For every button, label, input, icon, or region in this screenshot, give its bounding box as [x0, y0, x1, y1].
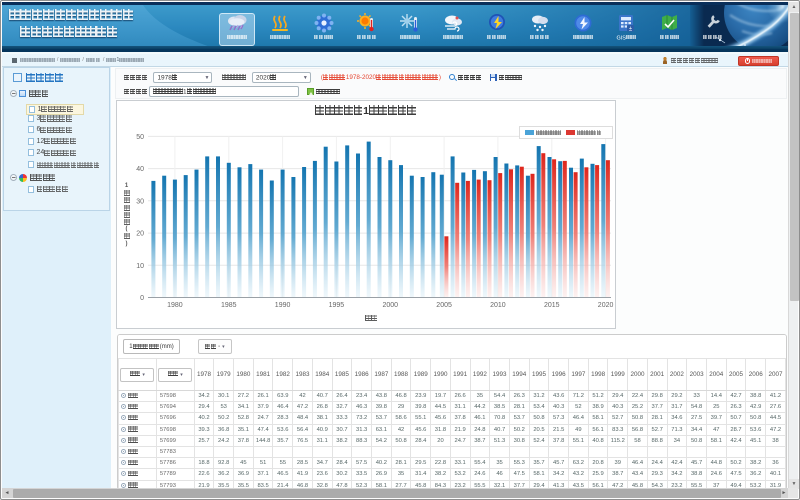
svg-text:2010: 2010 [490, 302, 506, 309]
svg-text:1980: 1980 [167, 302, 183, 309]
svg-text:0: 0 [140, 295, 144, 302]
svg-text:1985: 1985 [221, 302, 237, 309]
svg-text:40: 40 [136, 166, 144, 173]
svg-text:50: 50 [136, 134, 144, 141]
svg-text:30: 30 [136, 198, 144, 205]
svg-text:20: 20 [136, 231, 144, 238]
svg-text:2000: 2000 [383, 302, 399, 309]
svg-text:10: 10 [136, 263, 144, 270]
svg-text:1995: 1995 [329, 302, 345, 309]
svg-text:2005: 2005 [436, 302, 452, 309]
svg-text:1990: 1990 [275, 302, 291, 309]
svg-text:2020: 2020 [598, 302, 614, 309]
svg-text:2015: 2015 [544, 302, 560, 309]
